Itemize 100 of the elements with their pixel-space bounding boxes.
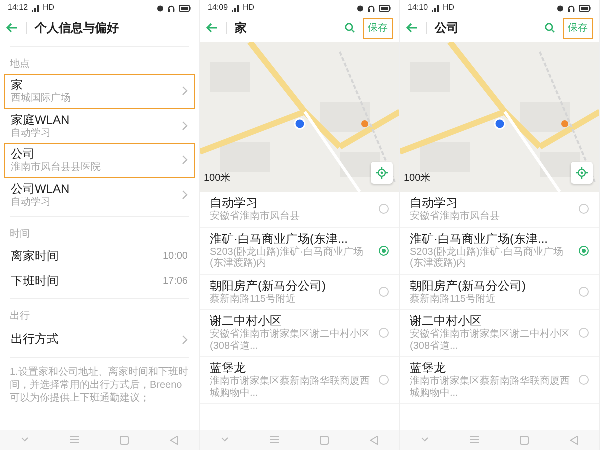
place-name: 朝阳房产(新马分公司) [210, 278, 327, 294]
place-address: 淮南市谢家集区蔡新南路华联商厦西城购物中... [410, 376, 571, 399]
place-name: 蓝堡龙 [410, 361, 447, 376]
radio-button[interactable] [579, 375, 589, 385]
chevron-right-icon [182, 120, 188, 131]
home-square-icon[interactable] [320, 436, 330, 444]
back-triangle-icon[interactable] [570, 436, 578, 444]
row-detail: 西城国际广场 [11, 93, 72, 104]
radio-button[interactable] [379, 328, 389, 338]
signal-icon [232, 4, 240, 12]
screen-title: 公司 [435, 20, 459, 37]
menu-icon[interactable] [270, 436, 279, 444]
screen-title: 家 [235, 20, 247, 37]
settings-row[interactable]: 公司 淮南市凤台县县医院 [4, 143, 195, 178]
settings-row[interactable]: 家庭WLAN 自动学习 [4, 108, 195, 143]
radio-button[interactable] [579, 246, 589, 256]
settings-row[interactable]: 出行方式 [4, 326, 195, 353]
row-detail: 自动学习 [11, 196, 52, 208]
footnote-text: 1.设置家和公司地址、离家时间和下班时间，并选择常用的出行方式后，Breeno 可以为你提供上下班通勤建议； [9, 366, 190, 406]
network-label: HD [443, 2, 455, 14]
place-name: 淮矿·白马商业广场(东津... [410, 232, 549, 246]
row-label: 出行方式 [11, 332, 60, 347]
back-triangle-icon[interactable] [370, 436, 378, 444]
crosshair-icon [576, 167, 588, 179]
place-address: 安徽省淮南市凤台县 [410, 211, 501, 222]
place-name: 谢二中村小区 [210, 314, 283, 328]
battery-icon [179, 4, 191, 12]
map-scale-label: 100米 [204, 172, 231, 186]
place-row[interactable]: 谢二中村小区 安徽省淮南市谢家集区谢二中村小区(308省道... [400, 310, 599, 357]
radio-button[interactable] [579, 286, 589, 297]
search-icon[interactable] [545, 23, 555, 33]
row-label: 家庭WLAN [11, 112, 71, 128]
settings-row[interactable]: 离家时间 10:00 [4, 244, 195, 269]
back-triangle-icon[interactable] [170, 436, 178, 444]
radio-button[interactable] [379, 204, 389, 214]
place-row[interactable]: 自动学习 安徽省淮南市凤台县 [400, 192, 599, 228]
chevron-down-icon[interactable] [20, 437, 29, 443]
place-address: 安徽省淮南市谢家集区谢二中村小区(308省道... [210, 329, 371, 352]
place-row[interactable]: 蓝堡龙 淮南市谢家集区蔡新南路华联商厦西城购物中... [200, 357, 399, 404]
back-arrow-icon[interactable] [206, 23, 218, 33]
place-row[interactable]: 朝阳房产(新马分公司) 蔡新南路115号附近 [400, 274, 599, 310]
place-row[interactable]: 自动学习 安徽省淮南市凤台县 [200, 192, 399, 228]
section-header: 时间 [9, 228, 31, 242]
place-row[interactable]: 淮矿·白马商业广场(东津... S203(卧龙山路)淮矿·白马商业广场(东津渡路)内 [400, 228, 599, 274]
place-address: 蔡新南路115号附近 [410, 294, 497, 305]
settings-row[interactable]: 下班时间 17:06 [4, 269, 195, 294]
headphones-icon [568, 4, 575, 12]
chevron-right-icon [182, 190, 188, 200]
network-label: HD [243, 2, 255, 14]
radio-button[interactable] [379, 246, 389, 256]
row-label: 公司 [11, 147, 36, 162]
radio-button[interactable] [379, 375, 389, 385]
radio-button[interactable] [379, 286, 389, 297]
place-row[interactable]: 蓝堡龙 淮南市谢家集区蔡新南路华联商厦西城购物中... [400, 357, 599, 404]
home-square-icon[interactable] [120, 436, 130, 444]
status-time: 14:12 [8, 2, 28, 14]
row-detail: 淮南市凤台县县医院 [11, 162, 102, 174]
place-address: 安徽省淮南市谢家集区谢二中村小区(308省道... [410, 329, 571, 352]
row-value: 17:06 [162, 275, 188, 289]
row-value: 10:00 [162, 250, 188, 264]
place-name: 自动学习 [410, 196, 459, 210]
chevron-right-icon [182, 155, 188, 166]
chevron-down-icon[interactable] [220, 437, 229, 443]
alarm-icon [557, 4, 564, 12]
place-row[interactable]: 朝阳房产(新马分公司) 蔡新南路115号附近 [200, 274, 399, 310]
section-header: 地点 [9, 58, 31, 72]
place-address: 淮南市谢家集区蔡新南路华联商厦西城购物中... [210, 376, 371, 399]
search-icon[interactable] [345, 23, 355, 33]
row-label: 家 [11, 78, 24, 92]
row-detail: 自动学习 [11, 128, 52, 139]
map-scale-label: 100米 [404, 172, 431, 186]
signal-icon [32, 4, 40, 12]
place-row[interactable]: 淮矿·白马商业广场(东津... S203(卧龙山路)淮矿·白马商业广场(东津渡路)内 [200, 228, 399, 274]
status-time: 14:10 [408, 2, 428, 14]
chevron-right-icon [182, 86, 188, 96]
menu-icon[interactable] [70, 436, 79, 444]
locate-button[interactable] [371, 162, 393, 184]
back-arrow-icon[interactable] [406, 23, 418, 33]
place-row[interactable]: 谢二中村小区 安徽省淮南市谢家集区谢二中村小区(308省道... [200, 310, 399, 357]
radio-button[interactable] [579, 328, 589, 338]
crosshair-icon [376, 167, 388, 179]
settings-row[interactable]: 家 西城国际广场 [4, 74, 195, 108]
alarm-icon [157, 4, 164, 12]
home-square-icon[interactable] [520, 436, 530, 444]
settings-row[interactable]: 公司WLAN 自动学习 [4, 178, 195, 212]
menu-icon[interactable] [470, 436, 479, 444]
network-label: HD [43, 2, 55, 14]
place-address: 安徽省淮南市凤台县 [210, 211, 301, 222]
radio-button[interactable] [579, 204, 589, 214]
alarm-icon [357, 4, 364, 12]
place-name: 淮矿·白马商业广场(东津... [210, 232, 349, 246]
place-address: S203(卧龙山路)淮矿·白马商业广场(东津渡路)内 [210, 246, 364, 270]
status-time: 14:09 [208, 2, 228, 14]
headphones-icon [168, 4, 175, 12]
locate-button[interactable] [571, 162, 593, 184]
row-label: 下班时间 [11, 274, 59, 289]
screen-title: 个人信息与偏好 [35, 20, 119, 37]
chevron-down-icon[interactable] [420, 437, 429, 443]
place-name: 朝阳房产(新马分公司) [410, 278, 527, 294]
back-arrow-icon[interactable] [6, 23, 18, 33]
